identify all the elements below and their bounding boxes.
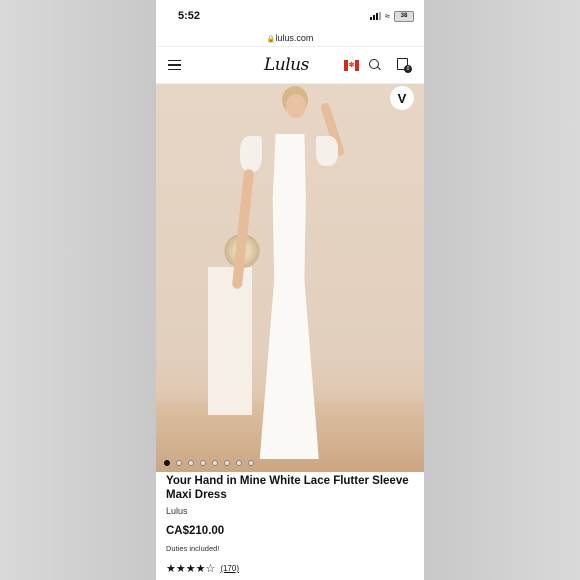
signal-icon [370,12,382,20]
status-time: 5:52 [178,10,201,22]
status-bar: 5:52 ≈ 38 [156,0,424,32]
product-rating[interactable]: ★★★★☆ (170) [166,562,416,575]
wifi-icon: ≈ [385,11,390,21]
gallery-dot[interactable] [200,460,206,466]
product-brand[interactable]: Lulus [166,506,416,516]
site-logo[interactable]: Lulus [264,55,309,75]
gallery-dot[interactable] [224,460,230,466]
menu-icon[interactable] [168,60,181,73]
product-image[interactable]: V [156,84,424,472]
background-right [424,0,580,580]
site-header: Lulus ✽ 0 [156,46,424,84]
duties-note: Duties included! [166,544,220,553]
product-price: CA$210.00 [166,525,225,537]
search-icon[interactable] [369,59,379,69]
battery-icon: 38 [394,10,414,22]
product-info: Your Hand in Mine White Lace Flutter Sle… [166,474,416,575]
gallery-dot[interactable] [188,460,194,466]
dress-sleeve-right [316,136,338,166]
url-text: lulus.com [275,33,314,43]
gallery-dot[interactable] [248,460,254,466]
star-rating-icon: ★★★★☆ [166,563,216,575]
gallery-dot[interactable] [212,460,218,466]
gallery-dot[interactable] [236,460,242,466]
model-head [286,94,306,118]
dress-sleeve-left [240,136,262,172]
bag-count-badge: 0 [404,65,412,73]
background-left [0,0,156,580]
gallery-dots [164,460,254,466]
status-icons: ≈ 38 [370,10,414,22]
address-bar[interactable]: 🔒lulus.com [156,32,424,45]
product-title: Your Hand in Mine White Lace Flutter Sle… [166,475,409,501]
phone-screen: 5:52 ≈ 38 🔒lulus.com Lulus ✽ 0 V Your Ha… [156,0,424,580]
review-count[interactable]: (170) [220,564,239,573]
gallery-dot[interactable] [164,460,170,466]
gallery-dot[interactable] [176,460,182,466]
pedestal [208,267,252,415]
canada-flag-icon[interactable]: ✽ [344,60,359,71]
wishlist-heart-icon[interactable]: V [390,86,414,110]
